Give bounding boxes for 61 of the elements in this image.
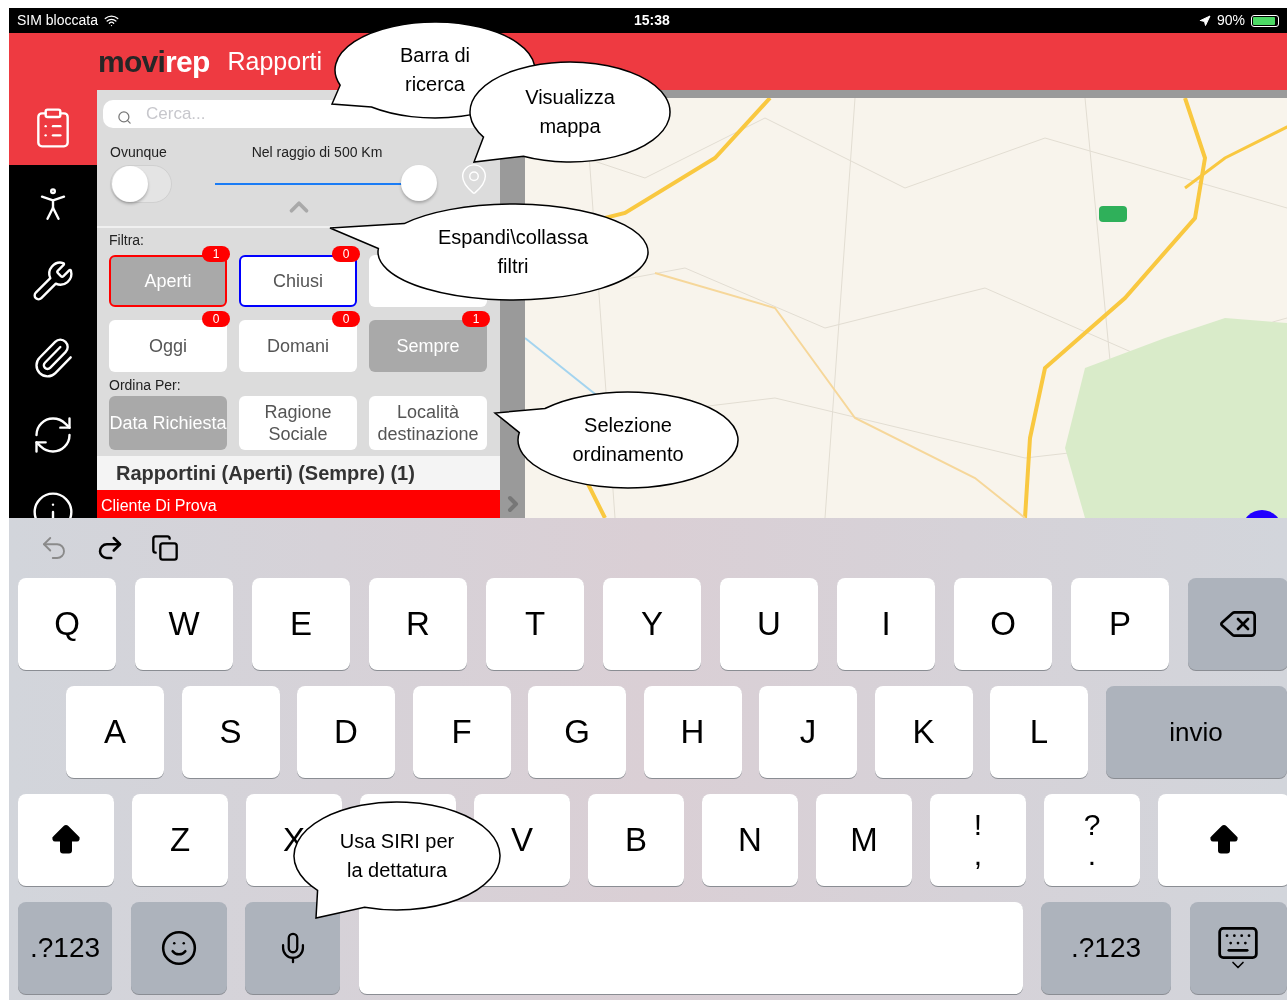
letter-key[interactable]: K bbox=[874, 686, 973, 778]
search-icon bbox=[117, 110, 132, 125]
count-badge: 0 bbox=[332, 246, 360, 262]
letter-key[interactable]: T bbox=[486, 578, 584, 670]
count-badge: 0 bbox=[332, 311, 360, 327]
shift-key[interactable] bbox=[1158, 794, 1287, 886]
page-title: Rapporti bbox=[227, 45, 322, 77]
letter-key[interactable]: F bbox=[412, 686, 511, 778]
return-key[interactable]: invio bbox=[1105, 686, 1287, 778]
sort-button[interactable]: Località destinazione bbox=[369, 396, 487, 450]
letter-key[interactable]: Y bbox=[603, 578, 701, 670]
letter-key[interactable]: O bbox=[954, 578, 1052, 670]
clock: 15:38 bbox=[634, 11, 670, 30]
count-badge: 1 bbox=[462, 311, 490, 327]
wrench-icon bbox=[31, 258, 75, 303]
list-row[interactable]: Cliente Di Prova bbox=[97, 490, 500, 518]
punctuation-key[interactable]: ? . bbox=[1044, 794, 1140, 886]
backspace-key[interactable] bbox=[1188, 578, 1287, 670]
letter-key[interactable]: L bbox=[990, 686, 1088, 778]
mode-key[interactable]: .?123 bbox=[1041, 902, 1171, 994]
punctuation-key[interactable]: ! , bbox=[930, 794, 1026, 886]
letter-key[interactable]: H bbox=[643, 686, 742, 778]
shift-key[interactable] bbox=[18, 794, 114, 886]
app-logo: movirep bbox=[98, 44, 210, 80]
anywhere-toggle[interactable] bbox=[110, 165, 172, 204]
sort-button[interactable]: Ragione Sociale bbox=[239, 396, 357, 450]
sort-label: Ordina Per: bbox=[108, 376, 182, 395]
hide-keyboard-key[interactable] bbox=[1189, 902, 1287, 994]
mode-key[interactable]: .?123 bbox=[18, 902, 112, 994]
location-arrow-icon bbox=[1198, 14, 1211, 27]
battery-percentage: 90% bbox=[1216, 11, 1245, 30]
carrier-label: SIM bloccata bbox=[17, 11, 98, 30]
battery-icon bbox=[1251, 14, 1279, 27]
letter-key[interactable]: I bbox=[837, 578, 935, 670]
letter-key[interactable]: E bbox=[252, 578, 350, 670]
radius-label: Nel raggio di 500 Km bbox=[251, 143, 383, 163]
smiley-icon bbox=[159, 929, 198, 967]
copy-icon[interactable] bbox=[151, 534, 179, 562]
letter-key[interactable]: G bbox=[528, 686, 626, 778]
callout-tooltip: Selezione ordinamento bbox=[493, 390, 740, 490]
dictation-key[interactable] bbox=[245, 902, 340, 994]
emoji-key[interactable] bbox=[130, 902, 227, 994]
letter-key[interactable]: Q bbox=[18, 578, 116, 670]
callout-tooltip: Visualizza mappa bbox=[468, 60, 672, 164]
letter-key[interactable]: B bbox=[588, 794, 684, 886]
letter-key[interactable]: M bbox=[816, 794, 912, 886]
count-badge: 1 bbox=[202, 246, 230, 262]
letter-key[interactable]: R bbox=[369, 578, 467, 670]
list-title: Rapportini (Aperti) (Sempre) (1) bbox=[116, 461, 415, 486]
letter-key[interactable]: J bbox=[759, 686, 857, 778]
letter-key[interactable]: A bbox=[66, 686, 164, 778]
wifi-icon bbox=[103, 13, 119, 28]
letter-key[interactable]: U bbox=[720, 578, 818, 670]
toggle-label: Ovunque bbox=[110, 143, 168, 163]
letter-key[interactable]: Z bbox=[132, 794, 228, 886]
count-badge: 0 bbox=[202, 311, 230, 327]
letter-key[interactable]: D bbox=[297, 686, 395, 778]
letter-key[interactable]: W bbox=[135, 578, 233, 670]
letter-key[interactable]: S bbox=[181, 686, 280, 778]
letter-key[interactable]: P bbox=[1071, 578, 1169, 670]
letter-key[interactable]: N bbox=[702, 794, 798, 886]
